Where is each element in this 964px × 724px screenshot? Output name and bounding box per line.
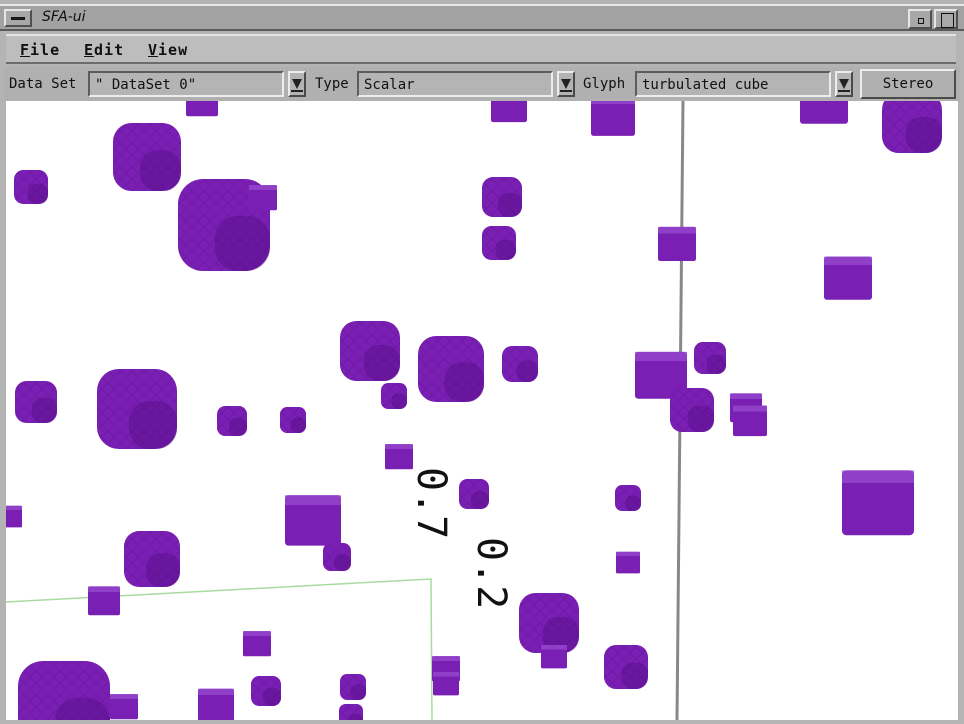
maximize-icon: [941, 13, 954, 28]
cube-glyph: [249, 185, 277, 211]
glyph-group: [6, 101, 942, 720]
chevron-down-icon: [292, 79, 302, 89]
stereo-button[interactable]: Stereo: [860, 69, 956, 99]
menu-edit[interactable]: Edit: [84, 41, 124, 59]
cube-glyph: [541, 644, 567, 669]
app-window: SFA-ui File Edit View Data Set " DataSet…: [0, 0, 964, 724]
cube-glyph: [733, 405, 767, 437]
turbulated-cube-glyph: [217, 406, 247, 436]
cube-glyph: [658, 226, 696, 262]
turbulated-cube-glyph: [615, 485, 641, 511]
cube-glyph: [842, 470, 914, 536]
type-label: Type: [315, 76, 349, 92]
turbulated-cube-glyph: [339, 704, 363, 720]
turbulated-cube-glyph: [882, 101, 942, 153]
turbulated-cube-glyph: [519, 593, 579, 653]
turbulated-cube-glyph: [280, 407, 306, 433]
toolbar: Data Set " DataSet 0" Type Scalar Glyph …: [4, 67, 960, 101]
turbulated-cube-glyph: [18, 661, 110, 720]
glyph-select[interactable]: turbulated cube: [635, 71, 831, 97]
cube-glyph: [800, 101, 848, 124]
menu-file[interactable]: File: [20, 41, 60, 59]
turbulated-cube-glyph: [670, 388, 714, 432]
cube-glyph: [198, 688, 234, 720]
dataset-select[interactable]: " DataSet 0": [88, 71, 284, 97]
turbulated-cube-glyph: [418, 336, 484, 402]
cube-glyph: [88, 586, 120, 616]
turbulated-cube-glyph: [604, 645, 648, 689]
axis-value-label: 0.2: [468, 537, 514, 609]
menu-view[interactable]: View: [148, 41, 188, 59]
title-bar[interactable]: SFA-ui: [0, 4, 964, 31]
cube-glyph: [385, 444, 413, 470]
turbulated-cube-glyph: [459, 479, 489, 509]
turbulated-cube-glyph: [482, 177, 522, 217]
scene-canvas[interactable]: 0.7 0.2: [6, 101, 958, 720]
maximize-button[interactable]: [934, 9, 958, 29]
glyph-label: Glyph: [583, 76, 626, 92]
minimize-button[interactable]: [908, 9, 932, 29]
dataset-label: Data Set: [9, 76, 77, 92]
cube-glyph: [285, 495, 341, 546]
turbulated-cube-glyph: [694, 342, 726, 374]
cube-glyph: [6, 505, 22, 528]
cube-glyph: [491, 101, 527, 123]
type-select[interactable]: Scalar: [357, 71, 553, 97]
menu-bar: File Edit View: [6, 34, 956, 64]
chevron-down-icon: [561, 79, 571, 89]
cube-glyph: [433, 671, 459, 696]
turbulated-cube-glyph: [251, 676, 281, 706]
turbulated-cube-glyph: [14, 170, 48, 204]
turbulated-cube-glyph: [323, 543, 351, 571]
turbulated-cube-glyph: [502, 346, 538, 382]
axis-value-label: 0.7: [408, 467, 454, 539]
type-dropdown-button[interactable]: [557, 71, 575, 97]
turbulated-cube-glyph: [124, 531, 180, 587]
cube-glyph: [243, 631, 271, 657]
window-menu-icon: [11, 17, 25, 20]
window-menu-button[interactable]: [4, 9, 32, 27]
turbulated-cube-glyph: [340, 321, 400, 381]
turbulated-cube-glyph: [482, 226, 516, 260]
turbulated-cube-glyph: [381, 383, 407, 409]
3d-viewport[interactable]: 0.7 0.2: [6, 101, 958, 720]
cube-glyph: [186, 101, 218, 117]
glyph-dropdown-button[interactable]: [835, 71, 853, 97]
turbulated-cube-glyph: [113, 123, 181, 191]
turbulated-cube-glyph: [15, 381, 57, 423]
minimize-icon: [918, 18, 924, 24]
cube-glyph: [616, 551, 640, 574]
chevron-down-icon: [839, 79, 849, 89]
dataset-dropdown-button[interactable]: [288, 71, 306, 97]
cube-glyph: [591, 101, 635, 136]
cube-glyph: [824, 256, 872, 300]
cube-glyph: [110, 694, 138, 720]
window-title: SFA-ui: [42, 9, 86, 25]
turbulated-cube-glyph: [97, 369, 177, 449]
turbulated-cube-glyph: [340, 674, 366, 700]
